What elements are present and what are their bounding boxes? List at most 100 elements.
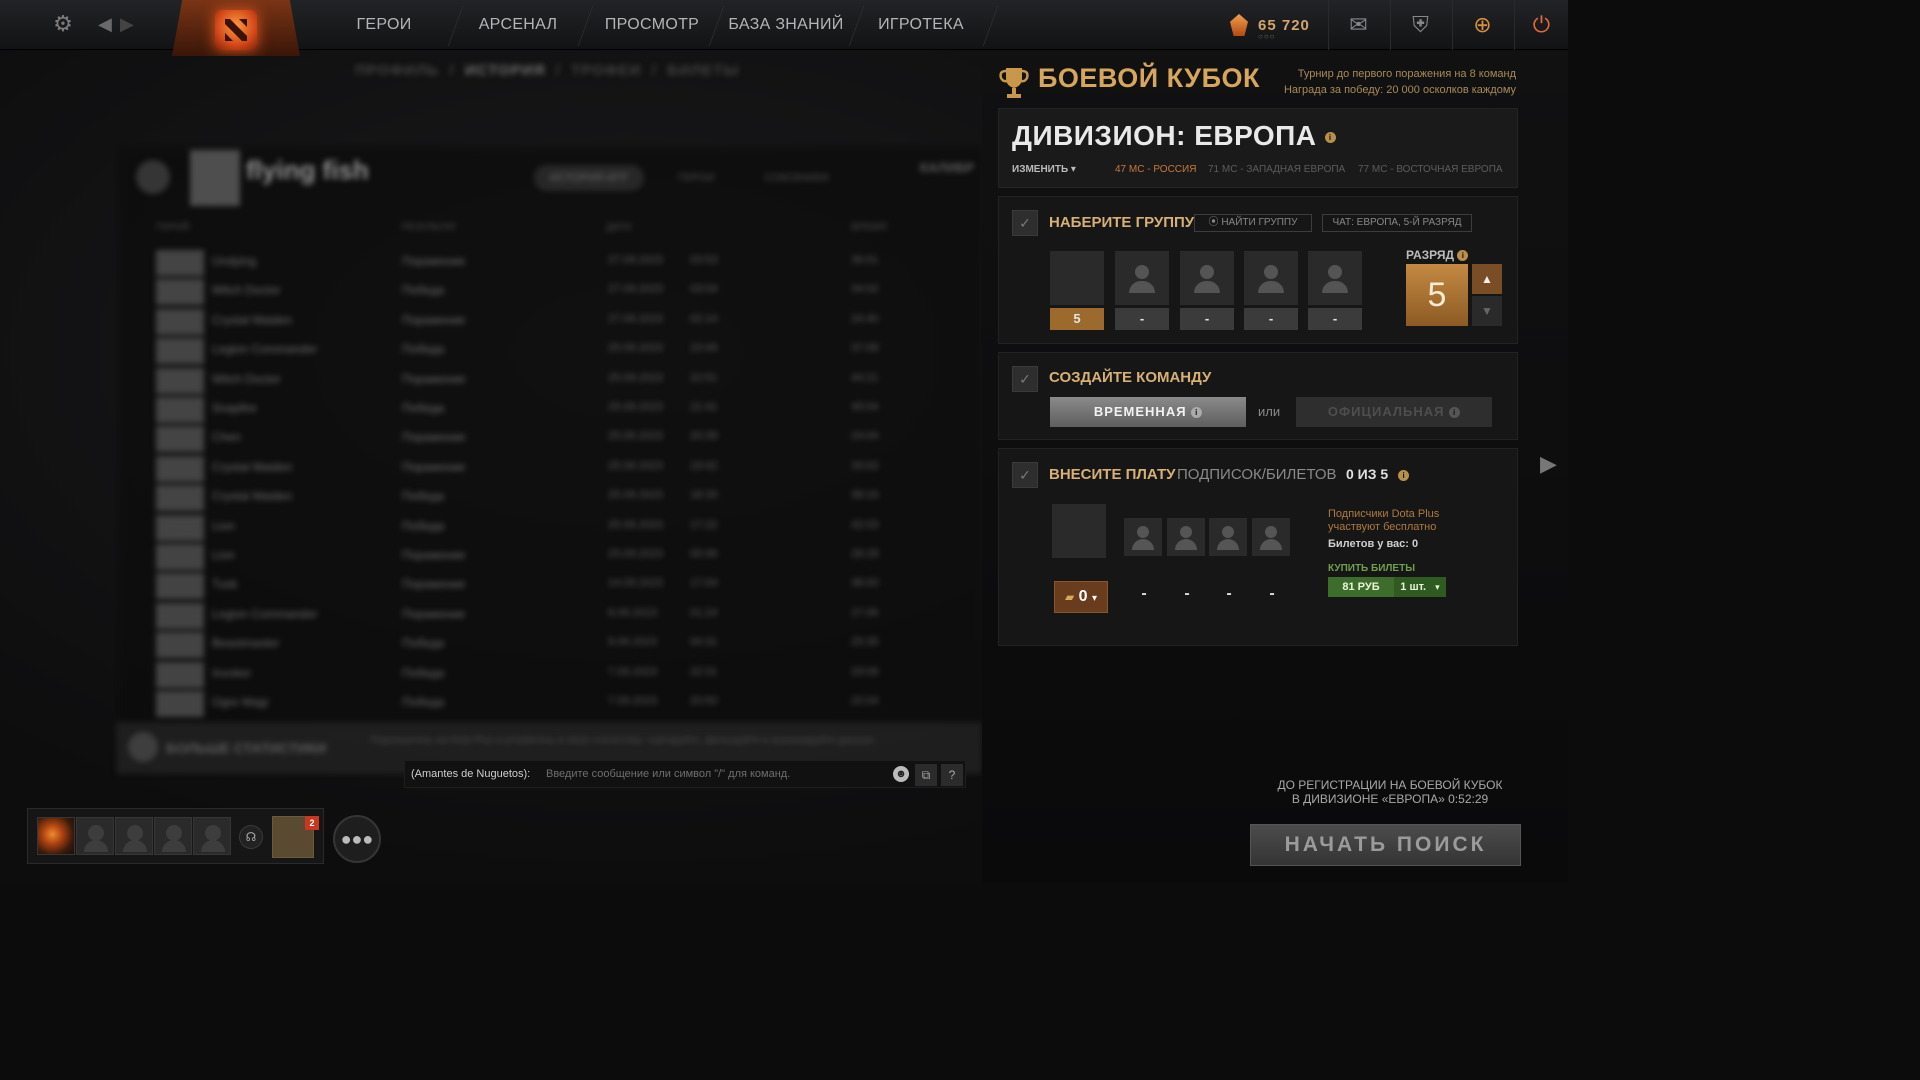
party-member-empty[interactable]	[1115, 251, 1169, 305]
party-member-empty[interactable]	[1308, 251, 1362, 305]
party-member-empty[interactable]	[1180, 251, 1234, 305]
silhouette-icon	[1194, 281, 1220, 293]
crumb-trophies[interactable]: ТРОФЕИ	[571, 62, 641, 79]
info-icon[interactable]: i	[1191, 407, 1203, 419]
silhouette-icon	[1132, 539, 1154, 550]
region-chat-button[interactable]: ЧАТ: ЕВРОПА, 5-Й РАЗРЯД	[1322, 214, 1472, 232]
party-slot-empty[interactable]	[193, 817, 231, 855]
chevron-right-icon[interactable]: ▶	[1540, 450, 1562, 478]
info-icon[interactable]: i	[1449, 407, 1461, 419]
division-title-text: ДИВИЗИОН: ЕВРОПА	[1012, 120, 1317, 151]
dota-plus-note: Подписчики Dota Plus участвуют бесплатно	[1328, 508, 1440, 533]
party-slot-empty[interactable]	[76, 817, 114, 855]
change-division-button[interactable]: ИЗМЕНИТЬ ▾	[1012, 164, 1076, 175]
nav-watch[interactable]: ПРОСМОТР	[598, 0, 706, 50]
mail-icon[interactable]: ✉	[1328, 0, 1388, 50]
party-member-rank: -	[1244, 308, 1298, 330]
shard-icon	[1230, 14, 1248, 36]
nav-learn[interactable]: БАЗА ЗНАНИЙ	[726, 0, 846, 50]
dota-plus-icon[interactable]: ⊕	[1452, 0, 1512, 50]
official-team-button[interactable]: ОФИЦИАЛЬНАЯ i	[1296, 397, 1492, 427]
info-icon[interactable]: i	[1398, 469, 1410, 481]
tab-allies[interactable]: СОЮЗНИКИ	[749, 165, 845, 191]
step1-checkbox: ✓	[1012, 210, 1038, 236]
table-row[interactable]: Chen Поражение 25.09.2023 20:39 24:04	[156, 424, 886, 453]
battle-cup-format: Турнир до первого поражения на 8 команд	[1297, 68, 1516, 80]
crumb-profile[interactable]: ПРОФИЛЬ	[355, 62, 439, 79]
party-slot-empty[interactable]	[115, 817, 153, 855]
payer-status: -	[1269, 585, 1275, 602]
table-row[interactable]: Undying Поражение 27.09.2023 03:53 36:01	[156, 248, 886, 276]
payer-empty	[1167, 518, 1205, 556]
ticket-count-dropdown[interactable]: ▰ 0 ▾	[1054, 581, 1108, 613]
cell-result: Победа	[402, 665, 445, 680]
gear-icon[interactable]: ⚙	[50, 11, 76, 37]
cell-time: 21:41	[690, 401, 718, 413]
crumb-history[interactable]: ИСТОРИЯ	[465, 62, 545, 79]
chat-help-button[interactable]: ?	[941, 764, 963, 786]
forward-arrow-icon[interactable]: ▶	[120, 12, 134, 36]
ticket-quantity-dropdown[interactable]: 1 шт. ▾	[1394, 577, 1446, 597]
info-icon[interactable]: i	[1457, 250, 1469, 262]
table-row[interactable]: Lion Победа 25.09.2023 17:22 42:03	[156, 513, 886, 541]
nav-heroes[interactable]: ГЕРОИ	[340, 0, 428, 50]
cell-result: Поражение	[402, 371, 466, 386]
tab-heroes[interactable]: ГЕРОИ	[662, 165, 731, 191]
start-search-button[interactable]: НАЧАТЬ ПОИСК	[1250, 824, 1521, 866]
shards-balance[interactable]: 65 720 ○○○	[1230, 10, 1310, 41]
crumb-tickets[interactable]: БИЛЕТЫ	[667, 62, 739, 79]
cell-duration: 28:28	[851, 548, 879, 560]
group-icon[interactable]: ●●●	[333, 815, 381, 863]
table-row[interactable]: Crystal Maiden Поражение 27.09.2023 02:14 24…	[156, 307, 886, 335]
cell-time: 22:31	[690, 665, 718, 678]
silhouette-icon	[84, 840, 108, 852]
nav-arsenal[interactable]: АРСЕНАЛ	[468, 0, 568, 50]
temporary-team-button[interactable]: ВРЕМЕННАЯ i	[1050, 397, 1246, 427]
table-row[interactable]: Crystal Maiden Победа 25.09.2023 18:33 38:16	[156, 483, 886, 512]
payer-empty	[1252, 518, 1290, 556]
back-arrow-icon[interactable]: ◀	[98, 12, 112, 36]
column-header-date: ДАТА	[606, 222, 632, 233]
chat-wheel-icon[interactable]: ⧉	[915, 764, 937, 786]
table-row[interactable]: Ogre Magi Победа 7.09.2023 20:50 20:04	[156, 689, 886, 717]
cell-date: 25.09.2023	[608, 489, 664, 502]
party-member-rank: -	[1115, 308, 1169, 330]
cell-hero: Crystal Maiden	[212, 489, 293, 504]
party-member-self[interactable]	[1050, 251, 1104, 305]
silhouette-icon	[1322, 281, 1348, 293]
cell-hero: Crystal Maiden	[212, 312, 293, 327]
table-row[interactable]: Beastmaster Победа 8.09.2023 00:31 25:35	[156, 630, 886, 659]
emoticon-icon[interactable]: ☻	[893, 766, 909, 782]
table-row[interactable]: Lion Поражение 25.09.2023 00:46 28:28	[156, 542, 886, 570]
find-group-button[interactable]: ⦿ НАЙТИ ГРУППУ	[1194, 214, 1312, 232]
tier-increase-button[interactable]: ▲	[1472, 264, 1502, 294]
silhouette-icon	[1135, 265, 1149, 279]
home-tab[interactable]	[172, 0, 300, 56]
hero-icon	[156, 661, 204, 688]
party-member-empty[interactable]	[1244, 251, 1298, 305]
table-row[interactable]: Crystal Maiden Поражение 25.09.2023 19:42 33…	[156, 454, 886, 482]
table-row[interactable]: Tusk Поражение 14.09.2023 17:04 38:00	[156, 571, 886, 600]
table-row[interactable]: Witch Doctor Поражение 25.09.2023 22:51 44:2…	[156, 366, 886, 394]
party-slot-empty[interactable]	[154, 817, 192, 855]
table-row[interactable]: Snapfire Победа 25.09.2023 21:41 45:04	[156, 395, 886, 423]
cell-duration: 29:06	[851, 665, 879, 678]
history-tabs: ИСТОРИЯ ИГР ГЕРОИ СОЮЗНИКИ	[534, 165, 845, 191]
tier-decrease-button[interactable]: ▼	[1472, 296, 1502, 326]
cell-hero: Tusk	[212, 577, 238, 592]
chat-input[interactable]: Введите сообщение или символ "/" для ком…	[546, 768, 790, 780]
table-row[interactable]: Invoker Победа 7.09.2023 22:31 29:06	[156, 660, 886, 688]
party-slot-self[interactable]	[37, 817, 75, 855]
table-row[interactable]: Legion Commander Победа 25.09.2023 23:49 37:…	[156, 336, 886, 365]
chat-channel-label[interactable]: (Amantes de Nuguetos):	[411, 768, 530, 780]
table-row[interactable]: Legion Commander Поражение 8.09.2023 01:24 2…	[156, 601, 886, 629]
tab-match-history[interactable]: ИСТОРИЯ ИГР	[534, 165, 644, 191]
power-icon[interactable]: ⏻	[1514, 0, 1568, 50]
headset-icon[interactable]: ☊	[239, 825, 263, 849]
region-ping-russia: 47 МС - РОССИЯ	[1115, 164, 1197, 175]
armory-icon[interactable]: ⛨	[1390, 0, 1450, 50]
table-row[interactable]: Witch Doctor Победа 27.09.2023 03:04 34:02	[156, 277, 886, 306]
info-icon[interactable]: i	[1324, 132, 1336, 144]
buy-tickets-button[interactable]: 81 РУБ	[1328, 577, 1394, 597]
nav-arcade[interactable]: ИГРОТЕКА	[866, 0, 976, 50]
